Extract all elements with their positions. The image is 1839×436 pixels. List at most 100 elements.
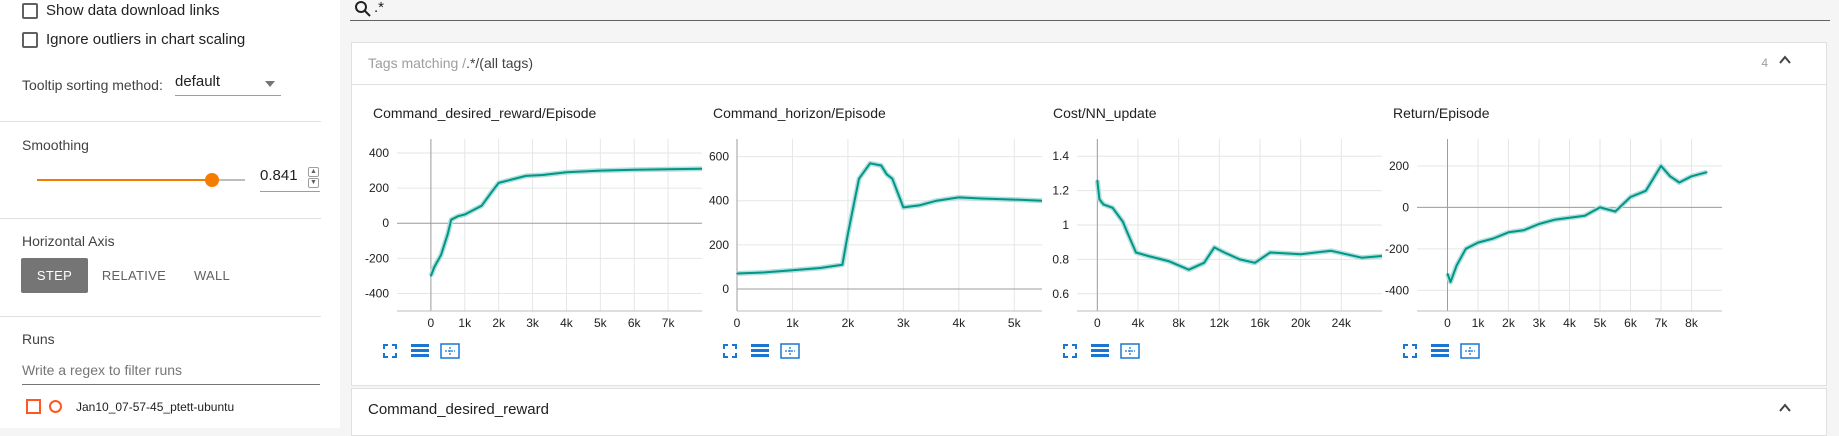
chart-toolbar: [1059, 340, 1141, 362]
data-point: [1449, 281, 1452, 283]
ignore-outliers-checkbox[interactable]: Ignore outliers in chart scaling: [22, 31, 245, 48]
chart-0[interactable]: 0 1k 2k 3k 4k 5k 6k 7k 400 200 0 -200 -400: [352, 131, 702, 336]
fullscreen-icon[interactable]: [1059, 340, 1081, 362]
x-tick-label: 2k: [492, 316, 506, 330]
checkbox-box[interactable]: [22, 31, 38, 48]
data-point: [480, 204, 483, 207]
y-tick-label: -200: [365, 251, 389, 265]
smoothing-label: Smoothing: [22, 137, 89, 153]
spin-up-icon[interactable]: ▲: [308, 167, 319, 177]
series-line-raw: [736, 160, 1042, 276]
ignore-outliers-label: Ignore outliers in chart scaling: [46, 31, 246, 48]
series-line[interactable]: [736, 162, 1042, 275]
checkbox-box[interactable]: [22, 2, 38, 19]
chart-3[interactable]: 0 1k 2k 3k 4k 5k 6k 7k 8k 200 0 -200 -400: [1372, 131, 1722, 336]
tag-group-card: Tags matching /.*/(all tags) 4 Command_d…: [351, 42, 1827, 386]
axis-relative-button[interactable]: RELATIVE: [100, 258, 168, 293]
series-line[interactable]: [1446, 164, 1708, 283]
chart-toolbar: [379, 340, 461, 362]
x-tick-label: 8k: [1685, 316, 1699, 330]
data-point: [819, 267, 821, 269]
data-point: [1507, 231, 1510, 234]
data-point: [763, 271, 766, 274]
divider: [0, 316, 321, 317]
data-point: [511, 178, 514, 181]
runs-label: Runs: [22, 331, 55, 347]
fit-domain-icon[interactable]: [439, 340, 461, 362]
fullscreen-icon[interactable]: [1399, 340, 1421, 362]
x-tick-label: 0: [1094, 316, 1101, 330]
y-tick-label: -400: [365, 286, 389, 300]
tag-group-header[interactable]: Tags matching /.*/(all tags) 4: [352, 43, 1826, 85]
fullscreen-icon[interactable]: [719, 340, 741, 362]
data-point: [1705, 171, 1708, 173]
y-tick-label: 0.8: [1052, 252, 1069, 266]
chevron-up-icon[interactable]: [1778, 401, 1792, 418]
data-point: [1098, 198, 1101, 200]
x-tick-label: 2k: [842, 316, 856, 330]
chart-title: Cost/NN_update: [1053, 105, 1157, 121]
fit-domain-icon[interactable]: [1459, 340, 1481, 362]
data-point: [1629, 196, 1632, 198]
data-point: [1269, 251, 1271, 254]
data-point: [1660, 165, 1662, 167]
axis-step-button[interactable]: STEP: [21, 258, 88, 293]
fullscreen-icon[interactable]: [379, 340, 401, 362]
x-tick-label: 4k: [1563, 316, 1577, 330]
show-download-links-checkbox[interactable]: Show data download links: [22, 2, 219, 19]
data-point: [524, 175, 527, 177]
data-point: [1147, 255, 1149, 257]
x-tick-label: 16k: [1250, 316, 1270, 330]
y-tick-label: 1: [1062, 218, 1069, 232]
run-item[interactable]: Jan10_07-57-45_ptett-ubuntu: [26, 399, 234, 414]
chevron-up-icon[interactable]: [1778, 53, 1792, 70]
data-point: [1238, 258, 1241, 261]
data-point: [1299, 253, 1302, 256]
x-tick-label: 3k: [526, 316, 540, 330]
tag-group-title: Command_desired_reward: [368, 401, 549, 418]
spin-down-icon[interactable]: ▼: [308, 178, 319, 188]
axis-wall-button[interactable]: WALL: [182, 258, 242, 293]
fit-domain-icon[interactable]: [1119, 340, 1141, 362]
fit-domain-icon[interactable]: [779, 340, 801, 362]
data-point: [1167, 260, 1170, 262]
data-list-icon[interactable]: [749, 340, 771, 362]
tag-group-card[interactable]: Command_desired_reward: [351, 388, 1827, 436]
chart-toolbar: [1399, 340, 1481, 362]
data-point: [1522, 229, 1525, 231]
y-tick-label: 0: [1402, 200, 1409, 214]
data-point: [869, 162, 871, 165]
data-list-icon[interactable]: [1089, 340, 1111, 362]
x-tick-label: 4k: [560, 316, 574, 330]
data-point: [1135, 251, 1137, 254]
horizontal-axis-label: Horizontal Axis: [22, 233, 115, 249]
data-list-icon[interactable]: [409, 340, 431, 362]
runs-filter-input[interactable]: Write a regex to filter runs: [22, 362, 320, 385]
x-tick-label: 2k: [1502, 316, 1516, 330]
x-tick-label: 5k: [1594, 316, 1608, 330]
x-tick-label: 6k: [628, 316, 642, 330]
run-color-icon[interactable]: [49, 400, 62, 413]
chart-2[interactable]: 0 4k 8k 12k 16k 20k 24k 1.4 1.2 1 0.8 0.6: [1032, 131, 1382, 336]
smoothing-slider-handle[interactable]: [204, 173, 219, 187]
data-point: [1127, 232, 1129, 235]
data-point: [450, 218, 453, 221]
data-point: [463, 213, 466, 216]
divider: [0, 218, 321, 219]
data-point: [736, 272, 738, 275]
chart-toolbar: [719, 340, 801, 362]
y-tick-label: 1.4: [1052, 149, 1069, 163]
y-tick-label: 0: [722, 282, 729, 296]
data-point: [919, 204, 921, 206]
run-checkbox[interactable]: [26, 399, 41, 414]
x-tick-label: 4k: [1132, 316, 1146, 330]
tag-search-input[interactable]: .*: [350, 0, 1830, 21]
y-tick-label: 200: [369, 181, 389, 195]
chart-1[interactable]: 0 1k 2k 3k 4k 5k 600 400 200 0: [692, 131, 1042, 336]
data-point: [1223, 251, 1226, 254]
data-list-icon[interactable]: [1429, 340, 1451, 362]
data-point: [1254, 262, 1256, 264]
x-tick-label: 6k: [1624, 316, 1638, 330]
tooltip-sorting-select[interactable]: default: [175, 73, 281, 96]
data-point: [599, 169, 602, 172]
